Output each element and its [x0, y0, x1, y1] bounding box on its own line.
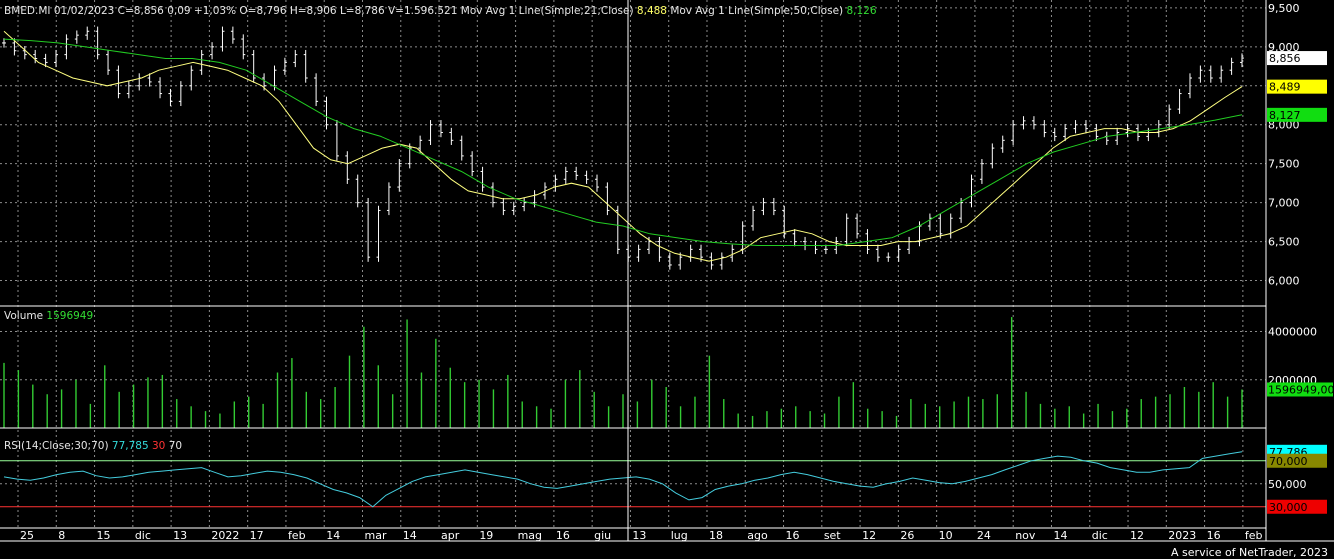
x-tick-label: 14: [326, 529, 340, 542]
rsi-info: RSI(14;Close;30;70) 77,785 30 70: [4, 440, 182, 452]
x-tick-label: mar: [364, 529, 386, 542]
x-tick-label: 2023: [1168, 529, 1196, 542]
x-tick-label: 12: [1130, 529, 1144, 542]
volume-label: Volume: [4, 310, 44, 322]
x-tick-label: set: [824, 529, 841, 542]
last-value-label: 8,489: [1269, 81, 1301, 94]
x-tick-label: giu: [594, 529, 611, 542]
ma50-label: Mov Avg 1 Line(Simple;50;Close): [670, 5, 844, 17]
rsi-lower: 30: [152, 440, 166, 452]
y-tick-label: 6,500: [1268, 236, 1300, 249]
last-value-label: 30,000: [1269, 501, 1308, 514]
x-tick-label: 13: [632, 529, 646, 542]
y-tick-label: 6,000: [1268, 275, 1300, 288]
y-tick-label: 7,500: [1268, 158, 1300, 171]
x-tick-label: ago: [747, 529, 768, 542]
last-value-label: 70,000: [1269, 455, 1308, 468]
rsi-upper: 70: [168, 440, 183, 452]
ma21-value: 8,488: [636, 5, 667, 17]
x-tick-label: 19: [479, 529, 493, 542]
x-tick-label: 18: [709, 529, 723, 542]
x-tick-label: dic: [1092, 529, 1108, 542]
y-tick-label: 4000000: [1268, 326, 1317, 339]
x-tick-label: dic: [135, 529, 151, 542]
volume-info: Volume 1596949: [4, 310, 93, 322]
x-tick-label: 24: [977, 529, 991, 542]
x-tick-label: apr: [441, 529, 460, 542]
x-tick-label: 15: [97, 529, 111, 542]
x-tick-label: 10: [939, 529, 953, 542]
y-tick-label: 9,500: [1268, 2, 1300, 15]
x-tick-label: nov: [1015, 529, 1036, 542]
x-tick-label: 17: [250, 529, 264, 542]
ma50-value: 8,126: [846, 5, 877, 17]
y-tick-label: 7,000: [1268, 197, 1300, 210]
x-tick-label: 16: [786, 529, 800, 542]
x-tick-label: 8: [58, 529, 65, 542]
y-tick-label: 50,000: [1268, 478, 1307, 491]
last-value-label: 8,856: [1269, 52, 1301, 65]
last-value-label: 8,127: [1269, 109, 1301, 122]
rsi-value: 77,785: [111, 440, 149, 452]
ma21-label: Mov Avg 1 Line(Simple;21;Close): [460, 5, 634, 17]
x-tick-label: 16: [556, 529, 570, 542]
x-tick-label: 25: [20, 529, 34, 542]
rsi-label: RSI(14;Close;30;70): [4, 440, 109, 452]
x-tick-label: 26: [900, 529, 914, 542]
symbol-line: BMED.MI 01/02/2023 C=8,856 0,09 +1,03% O…: [4, 5, 458, 17]
x-tick-label: 13: [173, 529, 187, 542]
chart-background: [0, 0, 1334, 559]
x-tick-label: 14: [403, 529, 417, 542]
credit-text: A service of NetTrader, 2023: [1171, 546, 1328, 559]
x-tick-label: mag: [518, 529, 542, 542]
x-tick-label: feb: [1245, 529, 1263, 542]
x-tick-label: lug: [671, 529, 688, 542]
volume-value: 1596949: [46, 310, 94, 322]
x-tick-label: 16: [1207, 529, 1221, 542]
x-tick-label: 2022: [211, 529, 239, 542]
x-tick-label: feb: [288, 529, 306, 542]
x-tick-label: 12: [862, 529, 876, 542]
stock-chart[interactable]: 25 8 15 dic 13 2022 17 feb 14 mar 14 apr 19 mag 16 giu 1…: [0, 0, 1334, 559]
x-tick-label: 14: [1053, 529, 1067, 542]
last-value-label: 1596949,00: [1268, 383, 1334, 396]
price-info: BMED.MI 01/02/2023 C=8,856 0,09 +1,03% O…: [4, 5, 877, 17]
